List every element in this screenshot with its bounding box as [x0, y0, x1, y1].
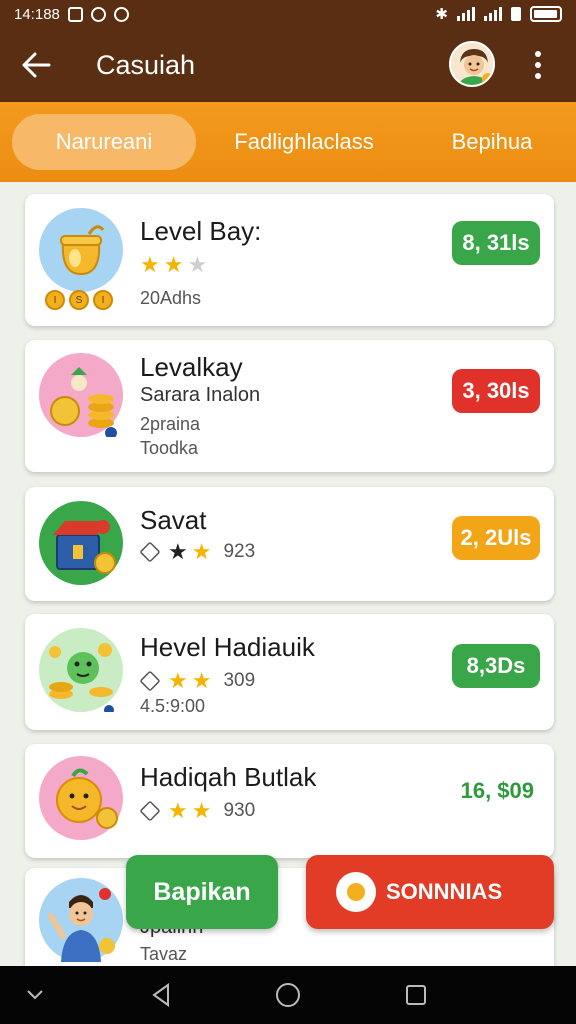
cube-icon [139, 541, 161, 563]
nav-home-button[interactable] [253, 966, 323, 1024]
chevron-down-icon [27, 990, 43, 1000]
item-meta: 20Adhs [140, 288, 202, 308]
nav-back-button[interactable] [126, 966, 196, 1024]
price-badge[interactable]: 2, 2Uls [452, 516, 540, 560]
page-title: Casuiah [96, 49, 196, 80]
price-badge[interactable]: 8, 31ls [452, 221, 540, 265]
cube-icon [139, 670, 161, 692]
back-button[interactable] [0, 28, 72, 102]
circle-home-icon [276, 983, 300, 1007]
tab-narureani[interactable]: Narureani [12, 114, 196, 170]
signal-icon-2 [484, 7, 502, 21]
nav-recents-button[interactable] [381, 966, 451, 1024]
price-badge[interactable]: 8,3Ds [452, 644, 540, 688]
item-title: Level Bay: [140, 216, 262, 246]
tab-bar: Narureani Fadlighlaclass Bepihua [0, 102, 576, 182]
star-icon: ★ [168, 539, 188, 564]
coin-badge-icon: I [93, 290, 113, 310]
item-meta-2: Toodka [140, 438, 199, 458]
more-vert-icon [535, 51, 541, 57]
tab-fadlighlaclass[interactable]: Fadlighlaclass [214, 114, 394, 170]
rating-count: 930 [223, 800, 256, 821]
list-item[interactable]: Levalkay Sarara Inalon 2praina Toodka 3,… [25, 340, 554, 472]
price-badge[interactable]: 3, 30ls [452, 369, 540, 413]
coin-stack-icon [50, 367, 117, 439]
price-text[interactable]: 16, $09 [461, 778, 534, 804]
rating-count: 923 [223, 541, 256, 562]
item-thumbnail [39, 756, 123, 840]
star-icon: ★ [168, 668, 188, 693]
coin-badge-icon: I [45, 290, 65, 310]
coin-badge-icon: S [69, 290, 89, 310]
item-thumbnail [39, 501, 123, 585]
treasure-box-icon [53, 520, 116, 574]
item-title: Savat [140, 505, 207, 535]
status-time: 14:188 [14, 5, 60, 23]
flower-icon [336, 872, 376, 912]
item-subtitle: Sarara Inalon [140, 384, 261, 406]
tab-bepihua[interactable]: Bepihua [432, 114, 552, 170]
star-icon: ★ [163, 252, 184, 277]
record-icon [90, 6, 106, 22]
sd-card-icon [511, 7, 521, 21]
person-waving-icon [48, 888, 115, 962]
user-avatar-icon [451, 43, 493, 85]
star-icon: ★ [140, 252, 160, 277]
star-icon: ★ [191, 798, 212, 823]
star-icon: ★ [191, 668, 212, 693]
item-thumbnail [39, 353, 123, 439]
star-icon: ★ [191, 539, 212, 564]
list-item[interactable]: I S I Level Bay: ★ ★ ★ 20Adhs 8, 31ls [25, 194, 554, 326]
primary-action-button[interactable]: Bapikan [126, 855, 278, 929]
item-thumbnail [39, 628, 123, 715]
square-recents-icon [406, 985, 426, 1005]
item-meta: 2praina [140, 414, 201, 434]
secondary-action-label: SONNNIAS [386, 879, 503, 904]
app-bar: Casuiah [0, 28, 576, 102]
rating: ★ ★ 930 [139, 798, 256, 824]
rating: ★ ★ 309 [139, 668, 256, 694]
honey-pot-icon [60, 225, 105, 276]
rating: ★ ★ ★ [140, 252, 207, 278]
status-bar: 14:188 ✱ [0, 0, 576, 28]
system-navigation-bar [0, 966, 576, 1024]
sync-icon [113, 6, 129, 22]
item-title: Tavaz [140, 944, 188, 964]
list-item[interactable]: Hadiqah Butlak ★ ★ 930 16, $09 [25, 744, 554, 858]
avatar[interactable] [449, 41, 495, 87]
item-thumbnail [39, 878, 123, 962]
notification-icon [67, 6, 83, 22]
cube-icon [139, 800, 161, 822]
star-icon: ★ [168, 798, 188, 823]
orange-character-icon [56, 768, 118, 829]
item-title: Hevel Hadiauik [140, 632, 315, 662]
item-title: Hadiqah Butlak [140, 762, 317, 792]
item-meta: 4.5:9:00 [140, 696, 206, 716]
list-item[interactable]: Savat ★ ★ 923 2, 2Uls [25, 487, 554, 601]
bluetooth-icon: ✱ [435, 6, 448, 23]
item-title: Levalkay [140, 352, 243, 382]
battery-icon [530, 6, 562, 22]
secondary-action-button[interactable]: SONNNIAS [306, 855, 554, 929]
item-thumbnail [39, 208, 123, 292]
star-empty-icon: ★ [187, 252, 208, 277]
nav-collapse-button[interactable] [0, 966, 70, 1024]
list-item[interactable]: Hevel Hadiauik ★ ★ 309 4.5:9:00 8,3Ds [25, 614, 554, 730]
rating: ★ ★ 923 [139, 539, 256, 565]
coin-pile-icon [49, 643, 114, 715]
overflow-menu-button[interactable] [524, 46, 552, 84]
rating-count: 309 [223, 670, 256, 691]
signal-icon [457, 7, 475, 21]
triangle-back-icon [152, 983, 169, 1007]
arrow-left-icon [22, 52, 51, 78]
